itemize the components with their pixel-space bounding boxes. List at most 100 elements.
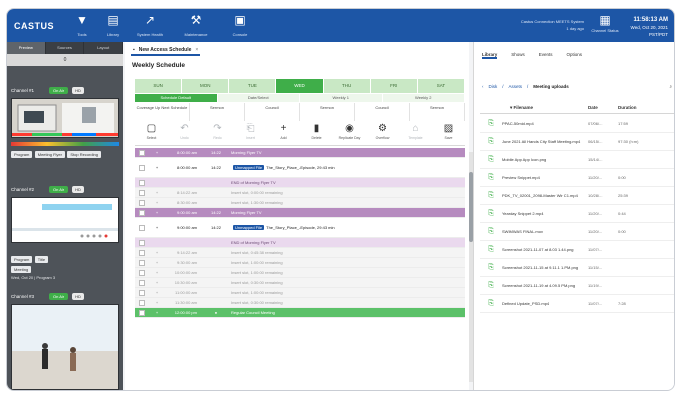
file-row[interactable]: ⎘ PPAC-50mid.mp4 07/06/... 17:59 (480, 115, 674, 133)
expand-icon[interactable]: + (151, 260, 163, 265)
expand-icon[interactable]: + (151, 225, 163, 230)
row-checkbox[interactable] (139, 269, 145, 276)
schedule-row[interactable]: +10:30:00 am Insert slot, 0:30:00 remaini… (135, 278, 465, 288)
column-duration[interactable]: Duration (618, 105, 658, 110)
expand-icon[interactable]: + (151, 190, 163, 195)
channel-preview[interactable] (11, 197, 119, 243)
column-header[interactable]: Sermon (410, 103, 465, 121)
tab-library[interactable]: Library (482, 52, 498, 59)
channel-preview[interactable] (11, 304, 119, 390)
mode-dropdown[interactable]: Date/Select (217, 94, 300, 102)
channel-status-button[interactable]: ▦ Channel Status (588, 12, 622, 34)
schedule-row[interactable]: +11:30:00 am Insert slot, 0:30:00 remaini… (135, 298, 465, 308)
schedule-row[interactable]: +9:14:22 am Insert slot, 0:45:38 remainin… (135, 248, 465, 258)
tag-chip[interactable]: Program (11, 151, 33, 158)
file-row[interactable]: ⎘ Screenshot 2021-11-19 at 4.09.5 PM.png 1… (480, 277, 674, 295)
add-file-icon[interactable]: ⎘ (480, 120, 502, 128)
row-checkbox[interactable] (139, 259, 145, 266)
file-row[interactable]: ⎘ Mobile App App Icon.png 15/14/... (480, 151, 674, 169)
schedule-row[interactable]: +8:30:00 am Insert slot, 1:30:00 remainin… (135, 198, 465, 208)
file-row[interactable]: ⎘ SWIMWAS FINAL.mov 11/20/... 0:00 (480, 223, 674, 241)
insert-button[interactable]: ⎗ Insert (234, 122, 267, 145)
library-scrollbar[interactable] (674, 116, 675, 386)
on-air-badge[interactable]: On Air (49, 293, 69, 300)
hd-icon[interactable]: HD (72, 87, 84, 94)
row-checkbox[interactable] (139, 189, 145, 196)
add-file-icon[interactable]: ⎘ (480, 156, 502, 164)
mode-dropdown[interactable]: Schedule Default (135, 94, 218, 102)
tab-sources[interactable]: Sources (46, 42, 85, 54)
add-file-icon[interactable]: ⎘ (480, 246, 502, 254)
expand-icon[interactable]: + (151, 300, 163, 305)
nav-system-health-button[interactable]: ↗ System Health (137, 12, 163, 37)
expand-icon[interactable]: + (151, 210, 163, 215)
on-air-badge[interactable]: On Air (49, 87, 69, 94)
hd-icon[interactable]: HD (72, 186, 84, 193)
channel-preview[interactable] (11, 98, 119, 138)
column-filename[interactable]: ▾ Filename (480, 105, 588, 111)
replicate-day-button[interactable]: ◉ Replicate Day (333, 122, 366, 145)
select-button[interactable]: ▢ Select (135, 122, 168, 145)
schedule-row[interactable]: +8:00:00 am 14:22 Morning Flyer TV (135, 148, 465, 158)
add-file-icon[interactable]: ⎘ (480, 192, 502, 200)
add-file-icon[interactable]: ⎘ (480, 228, 502, 236)
tag-chip[interactable]: Stop Recording (67, 151, 101, 158)
row-checkbox[interactable] (139, 289, 145, 296)
expand-icon[interactable]: + (151, 280, 163, 285)
nav-tools-button[interactable]: ▼ Tools (69, 12, 95, 37)
tab-preview[interactable]: Preview (7, 42, 46, 54)
tag-chip[interactable]: Title (34, 256, 49, 263)
schedule-row[interactable]: +9:00:00 am 14:22 Unmapped File The_Story_P… (135, 218, 465, 238)
template-button[interactable]: ⌂ Template (399, 122, 432, 145)
column-header[interactable]: Council (355, 103, 410, 121)
day-tab[interactable]: MON (182, 79, 230, 93)
hd-icon[interactable]: HD (72, 293, 84, 300)
file-row[interactable]: ⎘ Defined Update_PSD.mp4 11/07/... 7:28 (480, 295, 674, 313)
expand-icon[interactable]: + (151, 250, 163, 255)
schedule-row[interactable]: +8:14:22 am Insert slot, 0:00:00 remainin… (135, 188, 465, 198)
file-row[interactable]: ⎘ June 2021 All Hands City Staff Meeting.… (480, 133, 674, 151)
add-file-icon[interactable]: ⎘ (480, 174, 502, 182)
schedule-row[interactable]: +9:30:00 am Insert slot, 1:00:00 remainin… (135, 258, 465, 268)
tab-events[interactable]: Events (539, 52, 553, 59)
column-header[interactable]: Council (245, 103, 300, 121)
row-checkbox[interactable] (139, 164, 145, 171)
tag-chip[interactable]: Program (11, 256, 33, 263)
row-checkbox[interactable] (139, 249, 145, 256)
add-file-icon[interactable]: ⎘ (480, 300, 502, 308)
row-checkbox[interactable] (139, 279, 145, 286)
day-tab[interactable]: FRI (370, 79, 418, 93)
search-icon[interactable]: ⌕ (669, 84, 672, 89)
file-row[interactable]: ⎘ Yearday Snippet 2.mp4 11/20/... 0:44 (480, 205, 674, 223)
row-checkbox[interactable] (139, 239, 145, 246)
tab-layout[interactable]: Layout (84, 42, 123, 54)
back-icon[interactable]: ‹ (482, 84, 484, 89)
column-header[interactable]: Coverage Up Next Schedule (135, 103, 190, 121)
tag-chip[interactable]: Meeting Flyer (34, 151, 65, 158)
add-button[interactable]: + Add (267, 122, 300, 145)
schedule-row[interactable]: +11:00:00 am Insert slot, 1:00:00 remaini… (135, 288, 465, 298)
add-file-icon[interactable]: ⎘ (480, 264, 502, 272)
day-tab[interactable]: THU (323, 79, 371, 93)
document-tab[interactable]: ▪ New Access Schedule × (131, 46, 201, 56)
save-button[interactable]: ▨ Save (432, 122, 465, 145)
day-tab[interactable]: SUN (135, 79, 183, 93)
expand-icon[interactable]: + (151, 150, 163, 155)
expand-icon[interactable]: + (151, 165, 163, 170)
tab-options[interactable]: Options (567, 52, 583, 59)
tab-shows[interactable]: Shows (511, 52, 525, 59)
row-checkbox[interactable] (139, 299, 145, 306)
day-tab-selected[interactable]: WED (276, 79, 324, 93)
row-checkbox[interactable] (139, 224, 145, 231)
day-tab[interactable]: TUE (229, 79, 277, 93)
add-file-icon[interactable]: ⎘ (480, 210, 502, 218)
row-checkbox[interactable] (139, 199, 145, 206)
redo-button[interactable]: ↷ Redo (201, 122, 234, 145)
row-checkbox[interactable] (139, 309, 145, 316)
add-file-icon[interactable]: ⎘ (480, 282, 502, 290)
close-icon[interactable]: × (195, 47, 198, 53)
breadcrumb-item[interactable]: Assets (509, 84, 523, 89)
file-row[interactable]: ⎘ Screenshot 2021-11-07 at 8.03 1.44.png 1… (480, 241, 674, 259)
expand-icon[interactable]: + (151, 290, 163, 295)
nav-console-button[interactable]: ▣ Console (227, 12, 253, 37)
